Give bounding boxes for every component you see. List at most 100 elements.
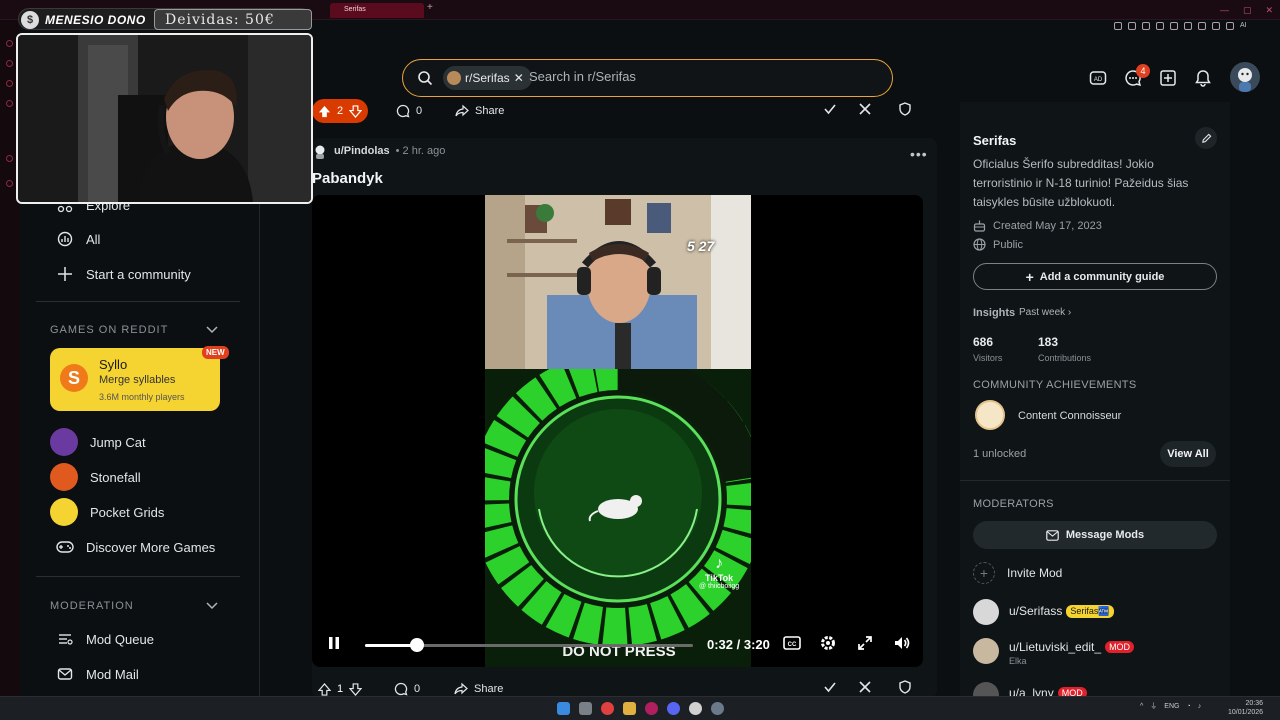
user-avatar[interactable] (1230, 62, 1260, 92)
chevron-down-icon[interactable] (206, 324, 218, 334)
side-panel-icon[interactable] (6, 180, 13, 187)
side-panel-icon[interactable] (6, 40, 13, 47)
play-icon[interactable] (1170, 22, 1178, 30)
moderator-info: u/Serifass Serifas🏧 (1009, 599, 1114, 618)
downvote-icon[interactable] (349, 682, 363, 696)
downvote-icon[interactable] (349, 104, 363, 118)
settings-gear-icon[interactable] (820, 635, 836, 651)
chevron-right-icon: › (1067, 307, 1072, 318)
post-author[interactable]: u/Pindolas (334, 145, 390, 157)
insights-label: Insights (973, 307, 1016, 319)
chevron-down-icon[interactable] (206, 600, 218, 610)
comment-count: 0 (414, 683, 421, 695)
page-scrollbar[interactable] (1272, 100, 1280, 696)
system-tray: ^ ⏚ ENG ◔ ♪ (1140, 701, 1201, 711)
nav-mod-queue[interactable]: Mod Queue (56, 629, 154, 649)
video-player[interactable]: 5 27 DO NOT PRESS ♪ TikTok @ thiicboiigg… (312, 195, 923, 667)
start-icon[interactable] (557, 702, 570, 715)
network-icon[interactable]: ◔ (1186, 703, 1190, 710)
share-button[interactable]: Share (455, 99, 504, 123)
moderators-title: MODERATORS (973, 498, 1054, 510)
comments-button[interactable]: 0 (396, 99, 422, 123)
maximize-icon[interactable]: ▢ (1243, 5, 1252, 16)
notifications-button[interactable] (1191, 66, 1215, 90)
close-window-icon[interactable]: ✕ (1266, 5, 1274, 16)
nav-all[interactable]: All (56, 229, 100, 249)
moderator-row[interactable]: u/Serifass Serifas🏧 (973, 599, 1114, 625)
wallet-icon[interactable] (1226, 22, 1234, 30)
remove-icon[interactable] (858, 680, 872, 694)
opera-icon[interactable] (645, 702, 658, 715)
add-community-guide-button[interactable]: + Add a community guide (973, 263, 1217, 290)
tab-serifas[interactable]: Serifas (330, 3, 424, 18)
video-progress-bar[interactable] (365, 638, 693, 652)
game-pocket-grids[interactable]: Pocket Grids (50, 498, 164, 526)
message-mods-button[interactable]: Message Mods (973, 521, 1217, 549)
featured-game-title: Syllo (99, 357, 128, 372)
featured-game-card[interactable]: S Syllo Merge syllables 3.6M monthly pla… (50, 346, 229, 411)
view-all-button[interactable]: View All (1160, 441, 1216, 467)
shield-icon[interactable] (898, 102, 912, 116)
clear-scope-icon[interactable]: ✕ (514, 71, 524, 85)
approve-icon[interactable] (823, 680, 837, 694)
language-indicator[interactable]: ENG (1164, 703, 1179, 710)
minimize-icon[interactable]: — (1220, 5, 1229, 16)
mail-icon (1046, 529, 1059, 541)
pause-icon[interactable] (326, 635, 342, 651)
side-panel-icon[interactable] (6, 155, 13, 162)
fullscreen-icon[interactable] (857, 635, 873, 651)
insights-period-selector[interactable]: Past week › (1019, 307, 1071, 318)
extensions-icon[interactable] (1212, 22, 1220, 30)
upvote-icon[interactable] (318, 682, 331, 696)
edit-community-button[interactable] (1195, 127, 1217, 149)
post-title[interactable]: Pabandyk (312, 170, 383, 187)
create-post-button[interactable] (1156, 66, 1180, 90)
side-panel-icon[interactable] (6, 60, 13, 67)
nav-mod-mail[interactable]: Mod Mail (56, 664, 139, 684)
achievement-name[interactable]: Content Connoisseur (1018, 410, 1121, 422)
comment-count: 0 (416, 105, 423, 117)
discover-more-games[interactable]: Discover More Games (56, 537, 215, 557)
settings-icon[interactable] (711, 702, 724, 715)
invite-mod-button[interactable]: + Invite Mod (973, 562, 1062, 584)
search-scope-chip[interactable]: r/Serifas ✕ (443, 66, 532, 90)
chrome-icon[interactable] (601, 702, 614, 715)
advertise-button[interactable]: AD (1086, 66, 1110, 90)
heart-icon[interactable] (1184, 22, 1192, 30)
shield-icon[interactable] (898, 680, 912, 694)
obs-icon[interactable] (689, 702, 702, 715)
more-options-icon[interactable]: ••• (910, 146, 928, 162)
discord-icon[interactable] (667, 702, 680, 715)
new-tab-button[interactable]: + (427, 2, 433, 13)
search-input[interactable] (529, 69, 869, 84)
bookmark-icon[interactable] (1128, 22, 1136, 30)
approve-icon[interactable] (823, 102, 837, 116)
download-icon[interactable] (1156, 22, 1164, 30)
side-panel-icon[interactable] (6, 80, 13, 87)
volume-tray-icon[interactable]: ♪ (1198, 703, 1202, 710)
upvote-icon[interactable] (318, 105, 331, 118)
screenshot-icon[interactable] (1142, 22, 1150, 30)
tray-chevron-icon[interactable]: ^ (1140, 703, 1143, 710)
captions-icon[interactable]: CC (783, 635, 801, 651)
clock-time: 20:36 (1245, 700, 1264, 707)
ai-button[interactable]: AI (1240, 22, 1247, 30)
moderator-name: u/Lietuviski_edit_ (1009, 640, 1102, 654)
zoom-icon[interactable] (1114, 22, 1122, 30)
system-clock[interactable]: 20:36 10/01/2026 (1228, 699, 1263, 717)
usb-icon[interactable]: ⏚ (1150, 701, 1157, 711)
game-label: Stonefall (90, 469, 141, 485)
moderator-row[interactable]: u/Lietuviski_edit_ MOD Elka (973, 638, 1135, 666)
remove-icon[interactable] (858, 102, 872, 116)
post-author-avatar[interactable] (312, 143, 328, 159)
side-panel-icon[interactable] (6, 100, 13, 107)
chat-icon[interactable] (1198, 22, 1206, 30)
game-jump-cat[interactable]: Jump Cat (50, 428, 146, 456)
task-view-icon[interactable] (579, 702, 592, 715)
nav-start-community[interactable]: Start a community (56, 264, 191, 284)
file-explorer-icon[interactable] (623, 702, 636, 715)
search-bar[interactable]: r/Serifas ✕ (402, 59, 893, 97)
game-stonefall[interactable]: Stonefall (50, 463, 141, 491)
volume-icon[interactable] (893, 635, 911, 651)
video-scrubber-handle[interactable] (410, 638, 425, 652)
